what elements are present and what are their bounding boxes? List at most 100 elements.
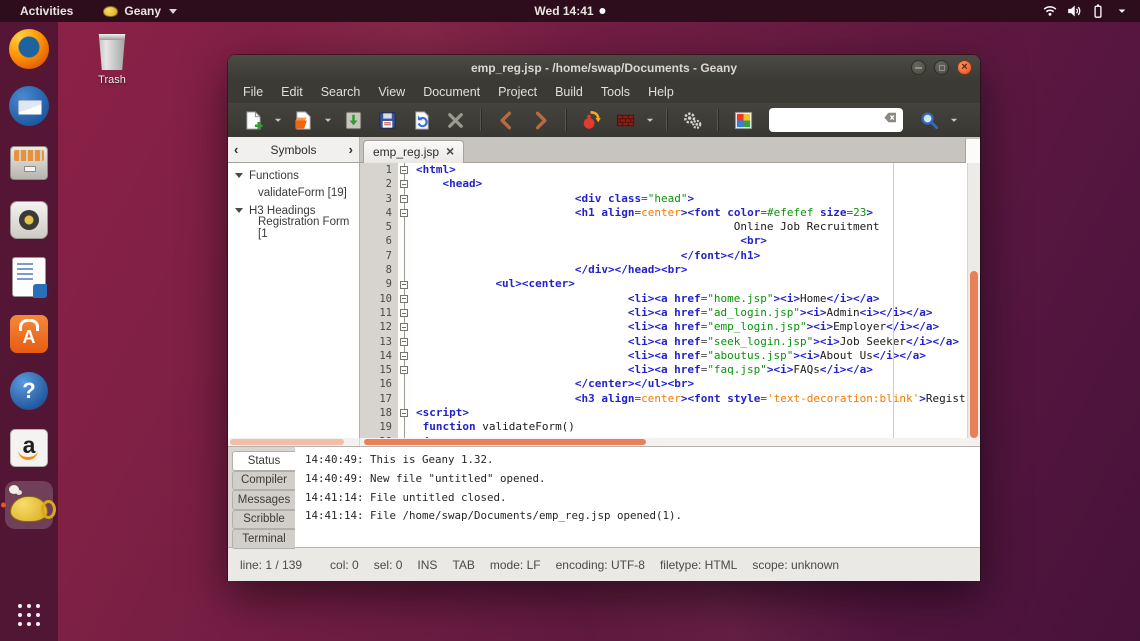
dock-item-thunderbird[interactable] (5, 82, 53, 130)
fold-marker[interactable] (398, 305, 412, 321)
fold-marker[interactable] (398, 406, 412, 421)
menu-edit[interactable]: Edit (272, 82, 312, 102)
sidebar-scroll-left-icon[interactable]: ‹ (234, 143, 238, 156)
open-file-dropdown[interactable] (320, 106, 336, 134)
code-line[interactable]: 15 <li><a href="faq.jsp"><i>FAQs</i></a> (360, 363, 980, 378)
fold-marker[interactable] (398, 348, 412, 364)
editor-hscroll-thumb[interactable] (364, 439, 646, 445)
trash-shortcut[interactable]: Trash (86, 34, 138, 86)
tree-expander-icon[interactable] (235, 208, 243, 214)
close-window-button[interactable]: × (957, 60, 972, 75)
editor[interactable]: 1 <html> 2 <head> 3 <div class="head"> 4 <h1 al… (360, 163, 980, 438)
message-tab-status[interactable]: Status (232, 451, 295, 471)
message-tab-messages[interactable]: Messages (232, 490, 295, 510)
vertical-scrollbar-thumb[interactable] (970, 271, 978, 438)
app-menu-button[interactable]: Geany (103, 4, 178, 18)
code-line[interactable]: 16 </center></ul><br> (360, 377, 980, 393)
save-all-button[interactable] (370, 106, 404, 134)
fold-marker[interactable] (398, 334, 412, 350)
code-line[interactable]: 17 <h3 align=center><font style='text-dec… (360, 391, 980, 407)
code-line[interactable]: 3 <div class="head"> (360, 191, 980, 207)
menu-document[interactable]: Document (414, 82, 489, 102)
dock-item-firefox[interactable] (5, 25, 53, 73)
symbol-group[interactable]: Functions (228, 167, 359, 185)
code-line[interactable]: 6 <br> (360, 234, 980, 250)
save-button[interactable] (336, 106, 370, 134)
code-line[interactable]: 12 <li><a href="emp_login.jsp"><i>Employe… (360, 320, 980, 335)
maximize-button[interactable] (934, 60, 949, 75)
find-button[interactable] (912, 106, 946, 134)
clock-button[interactable]: Wed 14:41 (534, 4, 606, 18)
compile-button[interactable] (574, 106, 608, 134)
editor-vertical-scrollbar[interactable] (967, 163, 980, 438)
activities-button[interactable]: Activities (14, 4, 79, 18)
close-button[interactable] (438, 106, 472, 134)
tab-close-icon[interactable] (446, 144, 454, 159)
dock-item-amazon[interactable] (5, 424, 53, 472)
clear-entry-icon[interactable] (883, 110, 898, 130)
system-status-area[interactable] (1042, 3, 1130, 19)
code-line[interactable]: 4 <h1 align=center><font color=#efefef si… (360, 205, 980, 221)
fold-marker[interactable] (398, 177, 412, 192)
menu-view[interactable]: View (369, 82, 414, 102)
dock-item-rhythmbox[interactable] (5, 196, 53, 244)
build-dropdown[interactable] (642, 106, 658, 134)
menu-tools[interactable]: Tools (592, 82, 639, 102)
code-line[interactable]: 19 function validateForm() (360, 420, 980, 435)
editor-horizontal-scrollbar[interactable] (360, 438, 980, 446)
fold-marker[interactable] (398, 163, 412, 178)
dock-item-geany[interactable] (5, 481, 56, 529)
tree-expander-icon[interactable] (235, 173, 243, 179)
tab-emp-reg-jsp[interactable]: emp_reg.jsp (363, 140, 465, 163)
symbol-item[interactable]: validateForm [19] (228, 185, 359, 203)
fold-marker[interactable] (398, 191, 412, 207)
fold-marker[interactable] (398, 291, 412, 307)
fold-marker[interactable] (398, 320, 412, 335)
toolbar-search-input[interactable] (777, 112, 883, 128)
color-chooser-button[interactable] (726, 106, 760, 134)
code-line[interactable]: 8 </div></head><br> (360, 263, 980, 278)
nav-back-button[interactable] (489, 106, 523, 134)
show-applications-button[interactable] (17, 603, 41, 627)
menu-file[interactable]: File (234, 82, 272, 102)
code-line[interactable]: 2 <head> (360, 177, 980, 192)
code-line[interactable]: 7 </font></h1> (360, 248, 980, 264)
sidebar-hscroll-thumb[interactable] (230, 439, 344, 445)
message-tab-terminal[interactable]: Terminal (232, 529, 295, 549)
sidebar-horizontal-scrollbar[interactable] (228, 438, 360, 446)
code-line[interactable]: 10 <li><a href="home.jsp"><i>Home</i></a> (360, 291, 980, 307)
sidebar-scroll-right-icon[interactable]: › (349, 143, 353, 156)
code-line[interactable]: 11 <li><a href="ad_login.jsp"><i>Admin<i>… (360, 305, 980, 321)
code-line[interactable]: 1 <html> (360, 163, 980, 178)
menu-build[interactable]: Build (546, 82, 592, 102)
nav-forward-button[interactable] (523, 106, 557, 134)
new-file-dropdown[interactable] (270, 106, 286, 134)
sidebar-tab-symbols[interactable]: Symbols (270, 143, 316, 157)
symbol-item[interactable]: Registration Form [1 (228, 216, 359, 240)
code-line[interactable]: 14 <li><a href="aboutus.jsp"><i>About Us<… (360, 348, 980, 364)
code-line[interactable]: 18 <script> (360, 406, 980, 421)
new-file-button[interactable] (236, 106, 270, 134)
menu-search[interactable]: Search (312, 82, 370, 102)
dock-item-ubuntu-software[interactable] (5, 310, 53, 358)
build-button[interactable] (608, 106, 642, 134)
menu-help[interactable]: Help (639, 82, 683, 102)
code-line[interactable]: 13 <li><a href="seek_login.jsp"><i>Job Se… (360, 334, 980, 350)
revert-button[interactable] (404, 106, 438, 134)
menu-project[interactable]: Project (489, 82, 546, 102)
fold-marker[interactable] (398, 363, 412, 378)
minimize-button[interactable] (911, 60, 926, 75)
fold-marker[interactable] (398, 277, 412, 292)
open-file-button[interactable] (286, 106, 320, 134)
message-tab-compiler[interactable]: Compiler (232, 470, 295, 490)
code-line[interactable]: 9 <ul><center> (360, 277, 980, 292)
dock-item-files[interactable] (5, 139, 53, 187)
find-dropdown[interactable] (946, 106, 962, 134)
fold-marker[interactable] (398, 205, 412, 221)
dock-item-help[interactable] (5, 367, 53, 415)
code-line[interactable]: 5 Online Job Recruitment (360, 220, 980, 235)
title-bar[interactable]: emp_reg.jsp - /home/swap/Documents - Gea… (228, 55, 980, 81)
execute-button[interactable] (675, 106, 709, 134)
message-tab-scribble[interactable]: Scribble (232, 509, 295, 529)
dock-item-libreoffice-writer[interactable] (5, 253, 53, 301)
